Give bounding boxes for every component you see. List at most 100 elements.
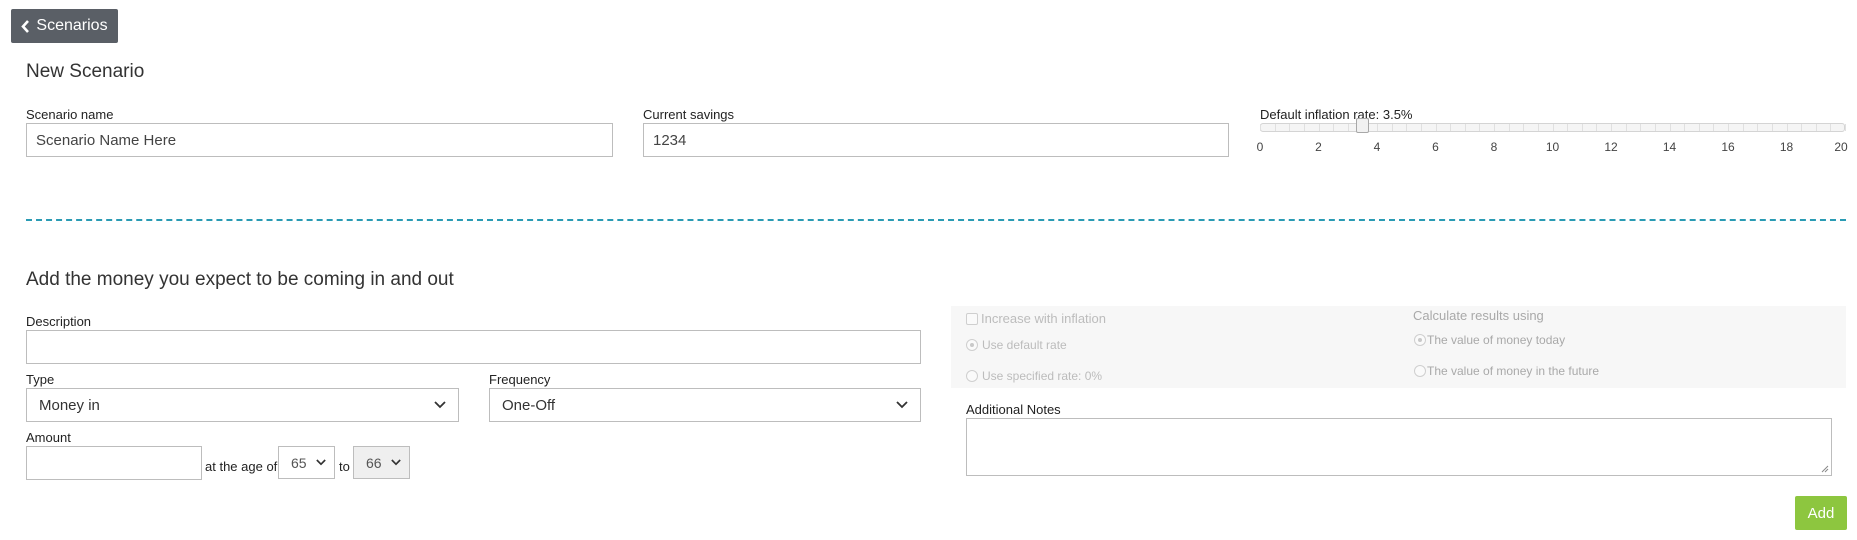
use-default-rate-radio[interactable] [966, 339, 978, 351]
inflation-slider-handle[interactable] [1356, 118, 1370, 133]
type-select-value: Money in [39, 396, 100, 414]
slider-tick-label: 4 [1373, 140, 1381, 154]
slider-tick-mark [1537, 124, 1539, 131]
value-today-option[interactable]: The value of money today [1414, 333, 1565, 347]
chevron-down-icon [896, 401, 908, 409]
use-specified-rate-label: Use specified rate: 0% [982, 369, 1103, 383]
value-today-label: The value of money today [1427, 333, 1566, 347]
slider-tick-mark [1318, 124, 1320, 131]
slider-tick-mark [1435, 124, 1437, 131]
use-default-rate-option[interactable]: Use default rate [966, 338, 1067, 352]
slider-tick-mark [1552, 124, 1554, 131]
age-from-select[interactable]: 65 [278, 446, 335, 479]
slider-tick-mark [1801, 124, 1803, 131]
slider-tick-mark [1494, 124, 1495, 131]
scenario-name-input[interactable]: Scenario Name Here [26, 123, 613, 157]
slider-tick-mark [1289, 124, 1291, 131]
calculate-results-label: Calculate results using [1413, 308, 1544, 323]
slider-tick-mark [1406, 124, 1408, 131]
slider-tick-label: 14 [1662, 140, 1677, 154]
slider-tick-label: 2 [1315, 140, 1322, 154]
slider-tick-mark [1698, 124, 1700, 131]
slider-tick-mark [1347, 124, 1349, 131]
chevron-down-icon [434, 401, 446, 409]
slider-tick-mark [1669, 124, 1671, 131]
slider-tick-mark [1523, 124, 1525, 131]
current-savings-value: 1234 [653, 131, 687, 149]
increase-inflation-label: Increase with inflation [981, 311, 1107, 326]
slider-tick-label: 8 [1490, 140, 1498, 154]
frequency-label: Frequency [489, 372, 551, 387]
amount-input[interactable] [26, 446, 202, 480]
use-specified-rate-option[interactable]: Use specified rate: 0% [966, 369, 1102, 383]
slider-tick-mark [1771, 124, 1773, 131]
additional-notes-label: Additional Notes [966, 402, 1061, 417]
slider-tick-mark [1391, 124, 1393, 131]
inflation-rate-label: Default inflation rate: 3.5% [1260, 107, 1413, 122]
slider-tick-mark [1757, 124, 1759, 131]
current-savings-input[interactable]: 1234 [643, 123, 1229, 157]
increase-inflation-option[interactable]: Increase with inflation [966, 311, 1106, 326]
age-to-value: 66 [366, 454, 382, 471]
slider-tick-label: 18 [1779, 140, 1794, 154]
value-future-label: The value of money in the future [1427, 364, 1600, 378]
slider-tick-label: 0 [1256, 140, 1264, 154]
slider-tick-label: 12 [1604, 140, 1618, 154]
description-label: Description [26, 314, 92, 329]
slider-tick-mark [1567, 124, 1569, 131]
slider-tick-mark [1333, 124, 1335, 131]
use-specified-rate-radio[interactable] [966, 370, 978, 382]
slider-tick-mark [1464, 124, 1466, 131]
amount-label: Amount [26, 430, 71, 445]
additional-notes-textarea[interactable] [966, 418, 1832, 476]
slider-tick-mark [1713, 124, 1715, 131]
scenario-name-value: Scenario Name Here [36, 131, 177, 149]
slider-tick-mark [1596, 124, 1598, 131]
back-to-scenarios-button[interactable]: Scenarios [11, 9, 118, 43]
increase-inflation-checkbox[interactable] [966, 312, 978, 325]
value-future-radio[interactable] [1414, 365, 1426, 377]
age-to-select[interactable]: 66 [353, 446, 410, 479]
slider-tick-label: 6 [1432, 140, 1439, 154]
chevron-down-icon [391, 459, 401, 466]
slider-tick-mark [1377, 124, 1378, 131]
slider-tick-mark [1611, 124, 1612, 131]
current-savings-label: Current savings [643, 107, 735, 122]
slider-tick-mark [1450, 124, 1452, 131]
slider-tick-mark [1625, 124, 1627, 131]
slider-tick-mark [1654, 124, 1656, 131]
slider-tick-label: 10 [1545, 140, 1560, 154]
slider-tick-mark [1274, 124, 1276, 131]
section-divider [26, 219, 1846, 221]
slider-tick-mark [1728, 124, 1729, 131]
slider-tick-mark [1581, 124, 1583, 131]
slider-tick-mark [1742, 124, 1744, 131]
slider-tick-label: 16 [1721, 140, 1735, 154]
money-section-title: Add the money you expect to be coming in… [26, 269, 454, 290]
slider-tick-mark [1815, 124, 1817, 131]
slider-tick-mark [1260, 124, 1261, 131]
slider-tick-mark [1845, 124, 1846, 131]
slider-tick-mark [1479, 124, 1481, 131]
age-to-text: to [339, 459, 350, 474]
slider-tick-mark [1420, 124, 1422, 131]
type-label: Type [26, 372, 55, 387]
page-title: New Scenario [26, 61, 145, 82]
frequency-select[interactable]: One-Off [489, 388, 921, 422]
slider-tick-mark [1508, 124, 1510, 131]
slider-tick-label: 20 [1834, 140, 1848, 154]
slider-tick-mark [1830, 124, 1832, 131]
value-today-radio[interactable] [1414, 334, 1426, 346]
frequency-select-value: One-Off [502, 396, 556, 414]
add-button[interactable]: Add [1795, 496, 1847, 530]
chevron-down-icon [316, 459, 326, 466]
description-input[interactable] [26, 330, 921, 364]
back-button-label: Scenarios [36, 17, 108, 34]
value-future-option[interactable]: The value of money in the future [1414, 364, 1599, 378]
scenario-name-label: Scenario name [26, 107, 114, 122]
age-prefix-text: at the age of [205, 459, 278, 474]
type-select[interactable]: Money in [26, 388, 459, 422]
resize-grip-icon[interactable] [1821, 465, 1829, 473]
slider-tick-mark [1684, 124, 1686, 131]
age-from-value: 65 [291, 454, 307, 471]
